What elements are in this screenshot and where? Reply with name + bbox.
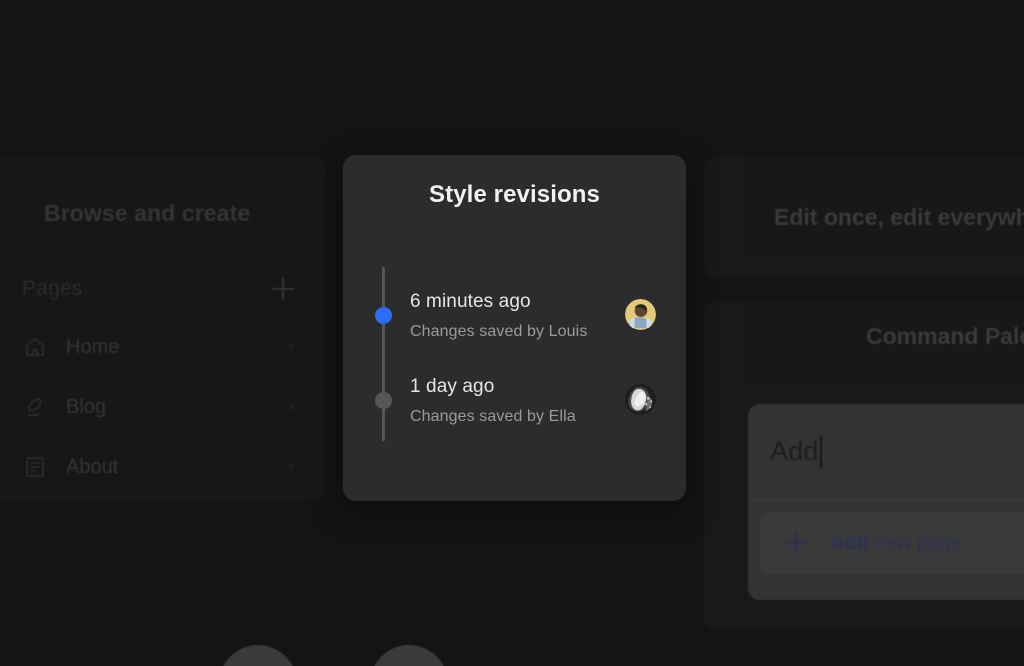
revision-entry[interactable]: 1 day ago Changes saved by Ella [410,376,686,426]
command-input[interactable]: Add [770,436,819,467]
avatar-louis [625,299,656,330]
add-new-page-suggestion[interactable]: Add new page [760,512,1024,574]
document-icon [22,454,48,480]
dock-circle[interactable] [370,645,448,666]
plus-icon [786,533,806,553]
sidebar-item-label: Home [66,336,289,359]
edit-everywhere-panel: Edit once, edit everywhere [704,156,1024,278]
suggestion-match: Add [830,532,869,554]
chevron-right-icon: › [289,339,294,355]
pages-section-label: Pages [22,277,83,301]
revision-timeline: 6 minutes ago Changes saved by Louis 1 d… [343,258,686,458]
plus-icon[interactable] [272,278,294,300]
revision-entry[interactable]: 6 minutes ago Changes saved by Louis [410,291,686,341]
suggestion-rest: new page [869,532,961,554]
app-window: Browse and create Pages Home › [0,0,1024,666]
command-palette-heading: Command Palette [866,323,1024,350]
sidebar-item-about[interactable]: About › [22,437,304,497]
suggestion-label: Add new page [830,532,961,555]
timeline-dot-inactive[interactable] [375,392,392,409]
style-revisions-card: Style revisions 6 minutes ago Changes sa… [343,155,686,501]
pages-nav-list: Home › Blog › [22,317,304,497]
style-revisions-title: Style revisions [343,181,686,209]
pages-section-header: Pages [22,277,304,301]
chevron-right-icon: › [289,399,294,415]
text-caret [820,435,822,469]
edit-everywhere-heading: Edit once, edit everywhere [774,204,1024,231]
timeline-track [382,267,385,441]
sidebar-item-blog[interactable]: Blog › [22,377,304,437]
sidebar-item-label: Blog [66,396,289,419]
chevron-right-icon: › [289,459,294,475]
avatar-ella [625,384,656,415]
sidebar-panel: Browse and create Pages Home › [0,155,326,502]
command-palette-card: Add Add new page [748,404,1024,600]
home-icon [22,334,48,360]
dock-circle[interactable] [219,645,297,666]
command-input-row[interactable]: Add [748,404,1024,500]
feather-icon [22,394,48,420]
timeline-dot-active[interactable] [375,307,392,324]
sidebar-item-label: About [66,456,289,479]
sidebar-item-home[interactable]: Home › [22,317,304,377]
sidebar-title: Browse and create [44,200,304,227]
